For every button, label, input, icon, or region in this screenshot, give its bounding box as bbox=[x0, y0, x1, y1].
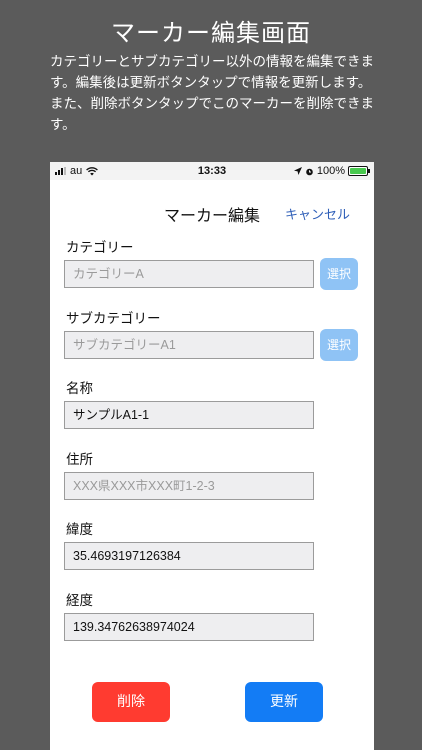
address-input[interactable]: XXX県XXX市XXX町1-2-3 bbox=[64, 472, 314, 500]
subcategory-select-button[interactable]: 選択 bbox=[320, 329, 358, 361]
latitude-label: 緯度 bbox=[66, 522, 93, 538]
phone-screen: au 13:33 100% マーカー編集 キャンセル カテゴリー カテゴリーA … bbox=[50, 162, 374, 750]
status-bar: au 13:33 100% bbox=[50, 162, 374, 180]
promo-description: カテゴリーとサブカテゴリー以外の情報を編集できます。編集後は更新ボタンタップで情… bbox=[50, 54, 374, 133]
subcategory-field[interactable]: サブカテゴリーA1 bbox=[64, 331, 314, 359]
category-label: カテゴリー bbox=[66, 240, 134, 256]
subcategory-label: サブカテゴリー bbox=[66, 311, 161, 327]
name-input[interactable]: サンプルA1-1 bbox=[64, 401, 314, 429]
battery-label: 100% bbox=[316, 165, 345, 177]
battery-charging-icon bbox=[348, 166, 370, 176]
address-label: 住所 bbox=[66, 452, 93, 468]
alarm-icon bbox=[306, 168, 313, 175]
promo-title: マーカー編集画面 bbox=[111, 19, 311, 47]
name-label: 名称 bbox=[66, 381, 93, 397]
nav-bar: マーカー編集 キャンセル bbox=[50, 180, 374, 226]
update-button[interactable]: 更新 bbox=[245, 682, 323, 722]
delete-button[interactable]: 削除 bbox=[92, 682, 170, 722]
latitude-input[interactable]: 35.4693197126384 bbox=[64, 542, 314, 570]
category-select-button[interactable]: 選択 bbox=[320, 258, 358, 290]
cancel-button[interactable]: キャンセル bbox=[285, 204, 350, 223]
location-icon bbox=[293, 167, 302, 175]
longitude-input[interactable]: 139.34762638974024 bbox=[64, 613, 314, 641]
status-right: 100% bbox=[293, 165, 370, 177]
longitude-label: 経度 bbox=[66, 593, 93, 609]
category-field[interactable]: カテゴリーA bbox=[64, 260, 314, 288]
